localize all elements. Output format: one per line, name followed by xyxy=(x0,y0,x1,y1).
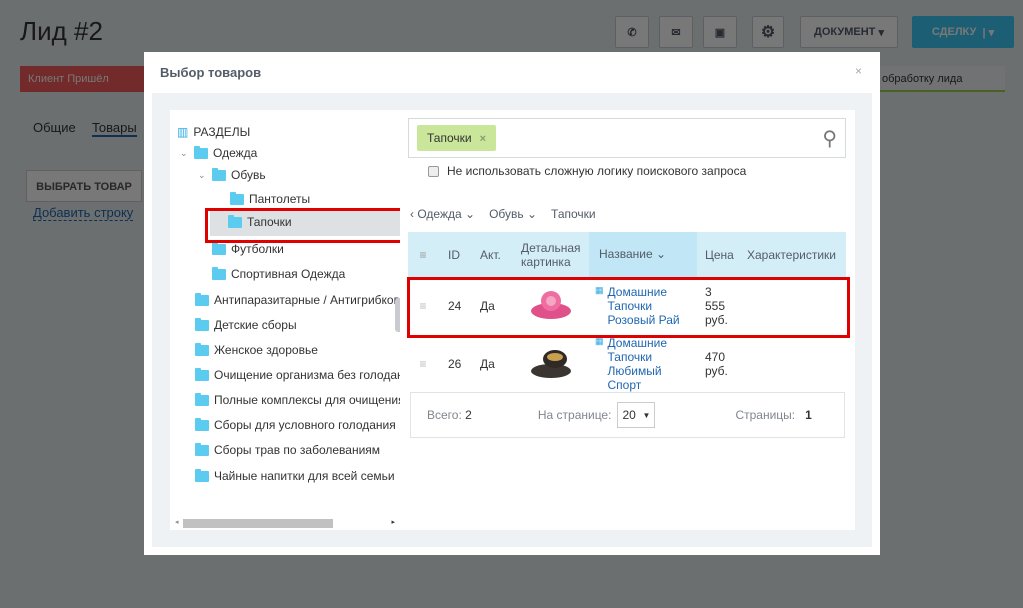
chat-button[interactable]: ▣ xyxy=(703,16,737,48)
col-image[interactable]: Детальная картинка xyxy=(511,241,589,269)
tab-general[interactable]: Общие xyxy=(33,120,76,135)
menu-icon[interactable]: ≡ xyxy=(408,248,438,262)
breadcrumb-shoes[interactable]: Обувь ⌄ xyxy=(489,207,537,221)
mail-button[interactable]: ✉ xyxy=(659,16,693,48)
variants-icon: ▦ xyxy=(595,336,604,346)
page-1[interactable]: 1 xyxy=(805,408,812,422)
filter-tag: Тапочки × xyxy=(417,125,497,151)
tree-item[interactable]: Сборы для условного голодания xyxy=(195,417,396,432)
chevron-down-icon[interactable]: ⌄ xyxy=(180,148,188,159)
page-title: Лид #2 xyxy=(20,16,103,46)
breadcrumb-slippers: Тапочки xyxy=(551,207,596,221)
product-image xyxy=(511,345,589,384)
highlight-box xyxy=(407,277,850,338)
search-input[interactable]: Тапочки × ⚲ xyxy=(408,118,846,158)
folder-icon xyxy=(212,241,226,255)
folder-icon xyxy=(195,317,209,331)
book-icon: ▥ xyxy=(177,125,189,139)
tab-products[interactable]: Товары xyxy=(92,120,137,137)
close-icon[interactable]: × xyxy=(855,64,862,78)
tree-item[interactable]: Сборы трав по заболеваниям xyxy=(195,442,380,457)
select-product-button[interactable]: ВЫБРАТЬ ТОВАР xyxy=(26,170,142,202)
folder-icon xyxy=(195,442,209,456)
scrollbar-thumb[interactable] xyxy=(183,519,333,528)
add-row-link[interactable]: Добавить строку xyxy=(33,205,134,221)
dialog-body: ▥ РАЗДЕЛЫ ⌄ Одежда ⌄ Обувь Пантолеты Тапочк… xyxy=(152,93,872,547)
document-button[interactable]: ДОКУМЕНТ ▾ xyxy=(800,16,898,48)
col-active[interactable]: Акт. xyxy=(470,248,511,262)
drag-icon[interactable]: ≡ xyxy=(408,357,438,371)
folder-icon xyxy=(195,417,209,431)
table-header: ≡ ID Акт. Детальная картинка Название ⌄ … xyxy=(408,232,846,277)
mail-icon: ✉ xyxy=(671,26,681,39)
folder-icon xyxy=(212,266,226,280)
tree-item-shoes[interactable]: ⌄ Обувь xyxy=(198,167,266,182)
tree-item-clothes[interactable]: ⌄ Одежда xyxy=(180,145,257,160)
tree-item[interactable]: Антипаразитарные / Антигрибковые xyxy=(195,292,400,307)
col-properties[interactable]: Характеристики xyxy=(743,248,836,262)
horizontal-scrollbar[interactable]: ◂ ▸ xyxy=(175,518,395,528)
highlight-box xyxy=(205,208,405,243)
tree-item-sportswear[interactable]: Спортивная Одежда xyxy=(212,266,345,281)
folder-icon xyxy=(195,342,209,356)
stage-left[interactable]: Клиент Пришёл xyxy=(20,66,144,92)
phone-icon: ✆ xyxy=(627,26,637,39)
chat-icon: ▣ xyxy=(714,26,726,39)
tree-item[interactable]: Полные комплексы для очищения организма xyxy=(195,392,400,407)
col-id[interactable]: ID xyxy=(438,248,470,262)
table-footer: Всего: 2 На странице: 20 ▼ Страницы: 1 xyxy=(410,392,845,438)
chevron-down-icon[interactable]: ⌄ xyxy=(198,170,206,181)
tree-item[interactable]: Женское здоровье xyxy=(195,342,318,357)
checkbox-label: Не использовать сложную логику поисковог… xyxy=(447,164,747,178)
total-count: Всего: 2 xyxy=(427,408,472,422)
folder-icon xyxy=(212,167,226,181)
product-selection-dialog: Выбор товаров × ▥ РАЗДЕЛЫ ⌄ Одежда ⌄ Обувь … xyxy=(144,52,880,555)
folder-icon xyxy=(230,191,244,205)
col-name[interactable]: Название ⌄ xyxy=(589,232,697,277)
gear-icon: ⚙ xyxy=(760,24,776,41)
table-row[interactable]: ≡ 26 Да ▦ Домашние Тапочки Любимый Спорт … xyxy=(408,335,846,393)
breadcrumb: ‹ Одежда ⌄ Обувь ⌄ Тапочки xyxy=(410,207,596,221)
col-price[interactable]: Цена xyxy=(697,248,743,262)
folder-icon xyxy=(195,367,209,381)
deal-button[interactable]: СДЕЛКУ | ▾ xyxy=(912,16,1014,48)
settings-button[interactable]: ⚙ xyxy=(752,16,784,48)
section-tree: ▥ РАЗДЕЛЫ ⌄ Одежда ⌄ Обувь Пантолеты Тапочк… xyxy=(170,110,400,530)
dialog-title: Выбор товаров xyxy=(160,65,262,80)
search-icon[interactable]: ⚲ xyxy=(822,126,837,151)
stage-right[interactable]: обработку лида xyxy=(874,66,1005,92)
folder-icon xyxy=(195,392,209,406)
remove-tag-icon[interactable]: × xyxy=(480,133,486,145)
per-page-select[interactable]: 20 ▼ xyxy=(617,402,656,428)
folder-icon xyxy=(195,468,209,482)
phone-button[interactable]: ✆ xyxy=(615,16,649,48)
tree-item[interactable]: Чайные напитки для всей семьи xyxy=(195,468,395,483)
folder-icon xyxy=(195,292,209,306)
simple-logic-checkbox[interactable] xyxy=(428,165,439,177)
tree-item-pantolety[interactable]: Пантолеты xyxy=(230,191,310,206)
tree-root: ▥ РАЗДЕЛЫ xyxy=(177,125,251,139)
tree-item[interactable]: Очищение организма без голодания xyxy=(195,367,400,382)
tree-item-tshirts[interactable]: Футболки xyxy=(212,241,284,256)
folder-icon xyxy=(194,145,208,159)
product-name-link[interactable]: Домашние Тапочки Любимый Спорт xyxy=(608,336,697,392)
tree-item[interactable]: Детские сборы xyxy=(195,317,297,332)
breadcrumb-clothes[interactable]: ‹ Одежда ⌄ xyxy=(410,207,475,221)
